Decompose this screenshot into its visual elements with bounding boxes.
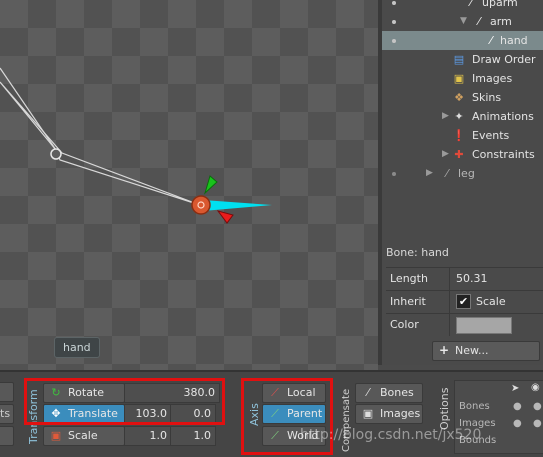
expand-triangle-icon[interactable]: ▶ [426,164,433,183]
scale-x-field[interactable]: 1.0 [124,426,171,446]
scale-icon: ▣ [50,429,62,442]
options-dot-icon[interactable]: ● [533,418,542,429]
visibility-dot-icon[interactable] [392,1,396,5]
options-dot-icon[interactable]: ● [513,418,522,429]
draw-order-icon: ▤ [453,53,465,66]
color-swatch[interactable] [456,317,512,334]
skins-icon: ❖ [454,91,464,104]
events-icon: ❗ [452,129,466,142]
cursor-icon: ➤ [511,383,520,394]
hand-bone[interactable] [203,200,272,211]
plus-icon: + [439,343,450,357]
new-button[interactable]: + New... [432,341,540,361]
length-label: Length [390,272,428,285]
constraints-icon: ✚ [454,148,464,161]
visibility-dot-icon[interactable] [392,172,396,176]
tree-item-events[interactable]: ❗ Events [382,126,543,145]
skeleton-canvas [0,67,272,224]
inherit-scale-checkbox[interactable]: ✔ [456,294,471,309]
highlight-box-transform [24,378,225,425]
expand-triangle-icon[interactable]: ▼ [460,12,467,31]
left-edge-button[interactable]: ts [0,404,14,424]
expand-triangle-icon[interactable]: ▶ [442,145,449,164]
images-icon: ▣ [362,407,374,420]
watermark: http://blog.csdn.net/jx520 [300,427,482,443]
tree-item-arm[interactable]: ▼ ⁄ arm [382,12,543,31]
compensate-images-button[interactable]: ▣ Images [355,404,423,424]
tree-item-constraints[interactable]: ▶ ✚ Constraints [382,145,543,164]
tree-item-animations[interactable]: ▶ ✦ Animations [382,107,543,126]
bone-icon: ⁄ [478,15,480,28]
highlight-box-axis [241,378,333,455]
inherit-label: Inherit [390,295,426,308]
images-icon: ▣ [453,72,465,85]
compensate-bones-button[interactable]: ⁄ Bones [355,383,423,403]
eye-icon: ◉ [531,382,540,393]
color-label: Color [390,318,419,331]
left-edge-button[interactable] [0,426,14,446]
tree-panel[interactable]: ⁄ uparm ▼ ⁄ arm ⁄ hand ▤ Draw Order ▣ Im… [378,0,543,240]
bone-tooltip: hand [54,337,100,358]
tree-item-images[interactable]: ▣ Images [382,69,543,88]
options-dot-icon[interactable]: ● [513,401,522,412]
translate-gizmo[interactable] [191,175,234,224]
left-edge-button[interactable] [0,382,14,402]
bone-icon: ⁄ [446,167,448,180]
options-dot-icon[interactable]: ● [533,401,542,412]
inherit-scale-label: Scale [476,295,506,308]
options-section-label: Options [438,387,451,430]
bone-icon: ⁄ [470,0,472,9]
visibility-dot-icon[interactable] [392,39,396,43]
bottom-toolbar: ts Transform ↻ Rotate 380.0 ✥ Translate … [0,370,543,457]
expand-triangle-icon[interactable]: ▶ [442,107,449,126]
length-field[interactable]: 50.31 [456,272,488,285]
color-row: Color [386,313,543,336]
animations-icon: ✦ [454,110,464,123]
options-row-bones: Bones [459,401,490,412]
scale-y-field[interactable]: 1.0 [170,426,216,446]
inherit-row: Inherit ✔ Scale [386,290,543,313]
editor-viewport[interactable]: hand [0,0,378,370]
tree-item-hand[interactable]: ⁄ hand [382,31,543,50]
arm-bone[interactable] [0,67,201,206]
scale-button[interactable]: ▣ Scale [43,426,125,446]
visibility-dot-icon[interactable] [392,20,396,24]
length-row: Length 50.31 [386,267,543,290]
bone-title: Bone: hand [386,246,449,259]
tree-item-skins[interactable]: ❖ Skins [382,88,543,107]
tree-item-leg[interactable]: ▶ ⁄ leg [382,164,543,183]
tree-item-draw-order[interactable]: ▤ Draw Order [382,50,543,69]
bones-icon: ⁄ [367,386,369,399]
tree-item-uparm[interactable]: ⁄ uparm [382,0,543,12]
bone-icon: ⁄ [490,34,492,47]
